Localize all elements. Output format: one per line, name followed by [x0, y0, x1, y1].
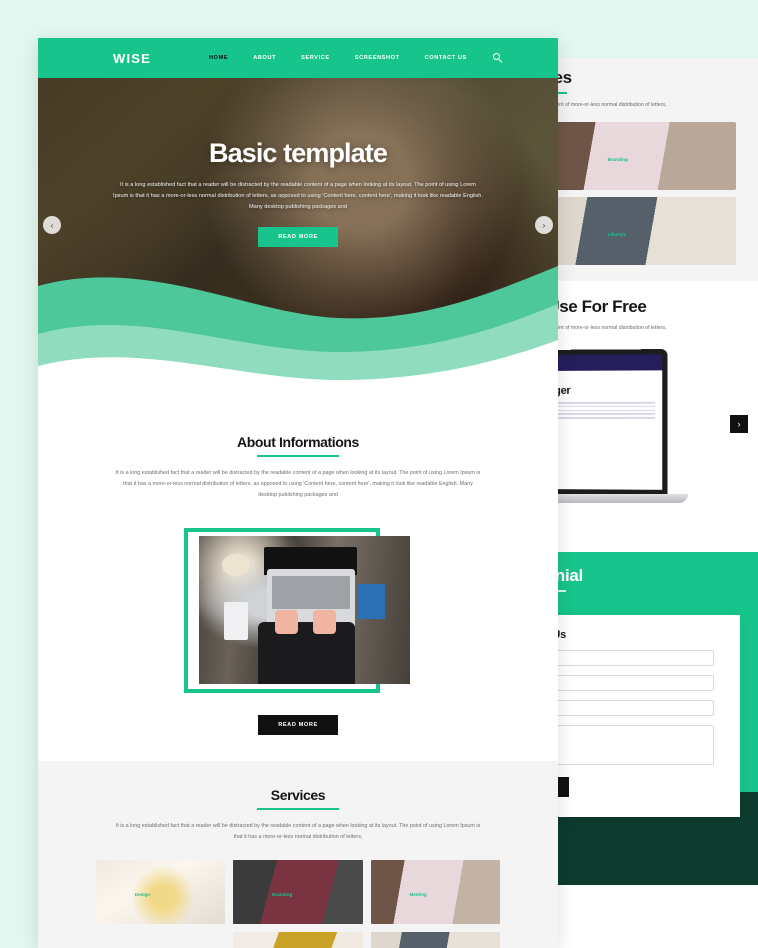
- about-image-block: [184, 528, 412, 694]
- laptop-body: More Featured In Jock Blogger: [548, 370, 662, 489]
- service-card[interactable]: Meeting: [370, 860, 500, 925]
- about-heading: About Informations: [38, 434, 558, 457]
- hero-title: Basic template: [209, 138, 388, 168]
- email-field[interactable]: [548, 699, 714, 716]
- laptop-base: [548, 493, 688, 503]
- laptop-title: Jock Blogger: [548, 384, 571, 397]
- brand-logo[interactable]: WISE: [113, 51, 151, 66]
- service-card-tag: Branding: [607, 157, 628, 163]
- hero-read-more-button[interactable]: READ MORE: [258, 226, 338, 247]
- back-services-section: Services the readable content of a page …: [548, 58, 758, 281]
- service-card[interactable]: Lifestyle: [370, 932, 500, 948]
- back-download-paragraph: the readable content of a page when look…: [548, 324, 667, 331]
- heading-underline: [257, 808, 339, 811]
- name-field[interactable]: [548, 649, 714, 666]
- back-services-paragraph: the readable content of a page when look…: [548, 102, 667, 108]
- service-card[interactable]: Marketing: [96, 932, 225, 948]
- service-card[interactable]: Branding: [233, 860, 363, 925]
- back-testimonial-heading: Testimonial: [548, 566, 736, 592]
- laptop-page: HOME BLOG CONTACT ABOUT SERVICE More Fea…: [548, 353, 663, 490]
- laptop-nav: HOME BLOG CONTACT ABOUT SERVICE: [548, 353, 663, 372]
- back-services-grid: Design Branding Writing Lifestyle: [548, 121, 736, 265]
- services-grid: Design Branding Meeting Marketing Writin…: [96, 860, 500, 948]
- front-page-preview[interactable]: WISE HOME ABOUT SERVICE SCREENSHOT CONTA…: [38, 38, 558, 948]
- nav-item-home[interactable]: HOME: [209, 55, 228, 61]
- navbar: WISE HOME ABOUT SERVICE SCREENSHOT CONTA…: [38, 38, 558, 78]
- heading-underline: [257, 455, 339, 457]
- services-paragraph: It is a long established fact that a rea…: [115, 823, 481, 841]
- screenshot-stage: Services the readable content of a page …: [0, 0, 758, 948]
- service-card[interactable]: Design: [96, 860, 226, 925]
- laptop-text-block: More Featured In Jock Blogger: [548, 370, 662, 489]
- service-card[interactable]: Writing: [233, 932, 363, 948]
- laptop-text-lines: [548, 401, 656, 419]
- laptop-buttons: [548, 424, 655, 432]
- service-card-tag: Branding: [272, 892, 293, 898]
- right-hand-shape: [312, 610, 337, 635]
- laptop-screen: HOME BLOG CONTACT ABOUT SERVICE More Fea…: [548, 348, 668, 495]
- back-download-section: Download And Use For Free the readable c…: [548, 280, 758, 552]
- about-section: About Informations It is a long establis…: [38, 322, 558, 736]
- nav-item-contact-us[interactable]: CONTACT US: [425, 55, 467, 61]
- back-page-content: Services the readable content of a page …: [548, 58, 758, 907]
- service-card[interactable]: Lifestyle: [548, 196, 736, 265]
- contact-form-card: Contact Us Send: [548, 614, 740, 817]
- nav-item-about[interactable]: ABOUT: [253, 55, 276, 61]
- left-hand-shape: [274, 610, 299, 635]
- message-field[interactable]: [548, 724, 714, 765]
- service-card-tag: Design: [134, 892, 151, 898]
- hero-carousel: Basic template It is a long established …: [38, 78, 558, 322]
- hero-content: Basic template It is a long established …: [38, 78, 558, 247]
- notebook-shape: [357, 583, 385, 620]
- about-read-more-button[interactable]: READ MORE: [258, 715, 338, 736]
- service-card[interactable]: Branding: [548, 121, 736, 190]
- services-heading-text: Services: [270, 787, 326, 804]
- laptop-eyebrow: More Featured In: [548, 378, 655, 383]
- contact-form-title: Contact Us: [548, 628, 567, 641]
- carousel-next-button[interactable]: ›: [535, 216, 553, 234]
- services-heading: Services: [38, 787, 558, 811]
- person-sleeve-shape: [258, 622, 356, 685]
- about-heading-text: About Informations: [237, 434, 359, 450]
- back-download-heading: Download And Use For Free: [548, 296, 647, 316]
- phone-shape: [224, 601, 248, 641]
- phone-field[interactable]: [548, 674, 714, 691]
- service-card-tag: Lifestyle: [607, 232, 627, 238]
- back-page-preview[interactable]: Services the readable content of a page …: [548, 58, 758, 948]
- about-paragraph: It is a long established fact that a rea…: [115, 470, 481, 498]
- carousel-prev-button[interactable]: ‹: [43, 216, 61, 234]
- laptop-mockup: HOME BLOG CONTACT ABOUT SERVICE More Fea…: [548, 348, 688, 515]
- next-slide-button[interactable]: ›: [730, 415, 748, 433]
- hero-paragraph: It is a long established fact that a rea…: [113, 182, 483, 211]
- back-download-button-row: DOWNLOAD NOW: [548, 529, 736, 552]
- nav-links: HOME ABOUT SERVICE SCREENSHOT CONTACT US: [209, 55, 467, 61]
- nav-item-screenshot[interactable]: SCREENSHOT: [355, 55, 400, 61]
- about-photo: [199, 536, 410, 685]
- search-icon[interactable]: [492, 53, 503, 63]
- nav-item-service[interactable]: SERVICE: [301, 55, 330, 61]
- coffee-cup-shape: [222, 554, 250, 577]
- service-card-tag: Meeting: [409, 892, 427, 898]
- back-testimonial-section: Testimonial Contact Us Send: [548, 551, 758, 817]
- copyright-text: eserved By Free html Templates: [548, 884, 758, 907]
- back-services-heading: Services: [548, 68, 736, 94]
- services-section: Services It is a long established fact t…: [38, 761, 558, 948]
